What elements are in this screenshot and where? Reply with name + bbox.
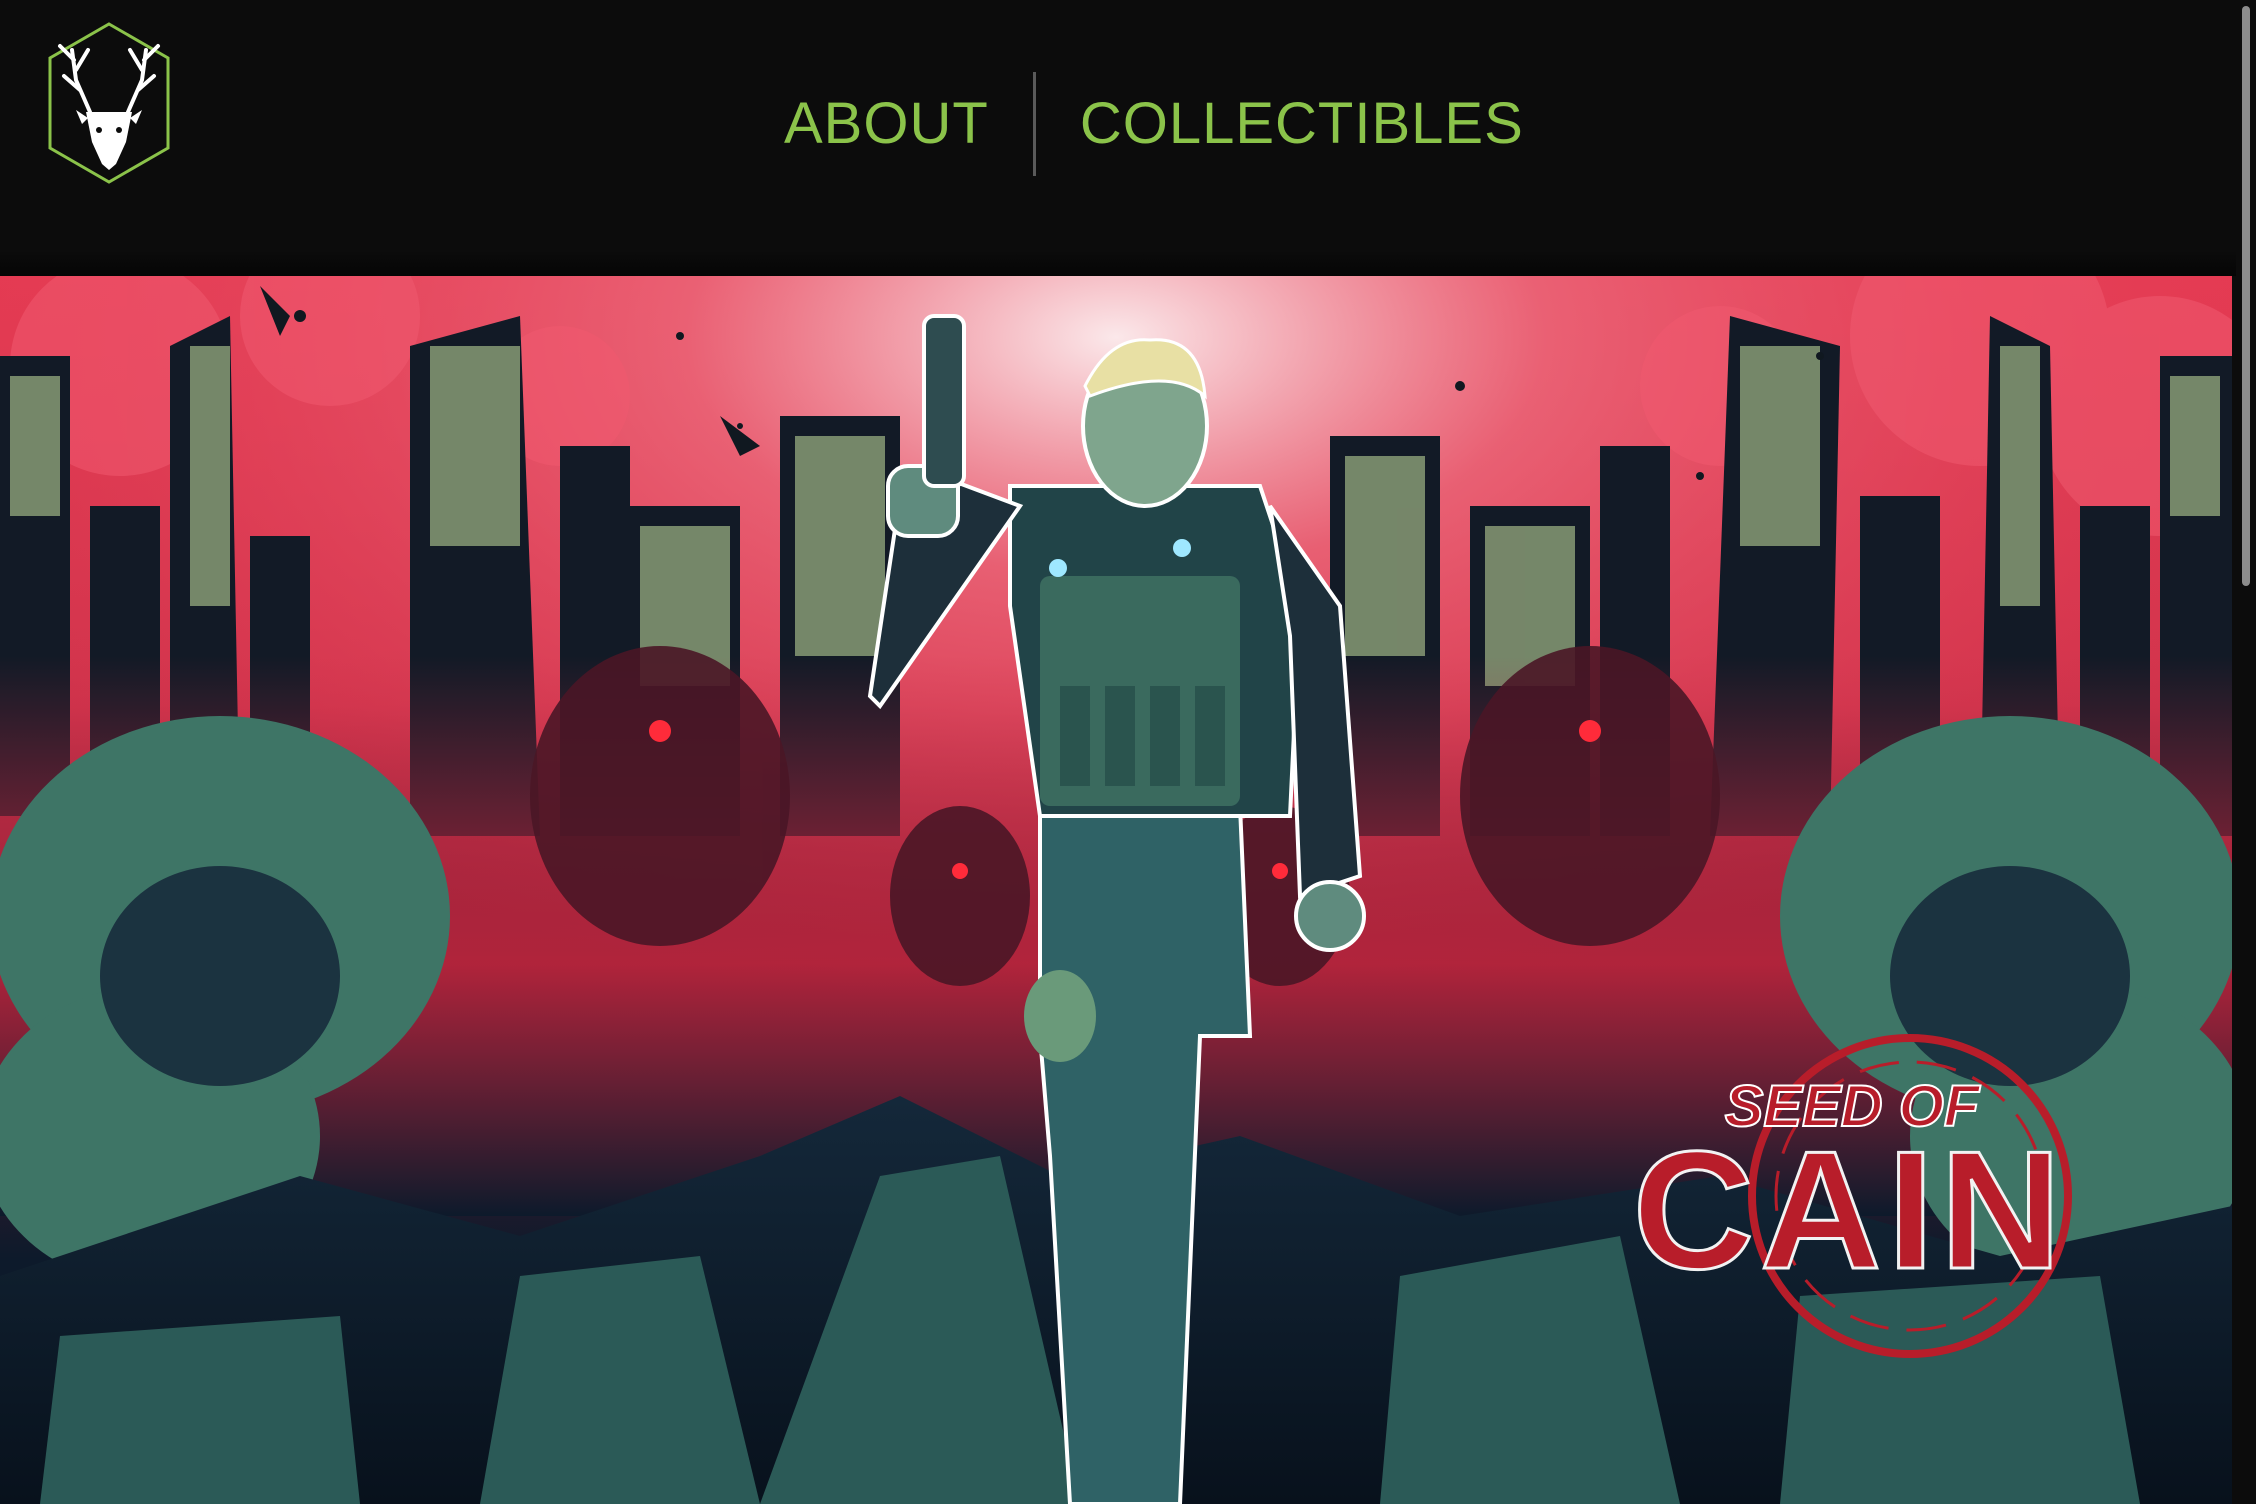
- page: ABOUT COLLECTIBLES SEED OF CAIN: [0, 0, 2256, 1504]
- header-shadow: [0, 250, 2236, 276]
- page-scrollbar[interactable]: [2236, 0, 2256, 1504]
- nav-link-collectibles[interactable]: COLLECTIBLES: [1036, 60, 1568, 188]
- site-header: ABOUT COLLECTIBLES: [0, 0, 2236, 250]
- scrollbar-thumb[interactable]: [2242, 6, 2250, 586]
- main-nav: ABOUT COLLECTIBLES: [740, 60, 1568, 188]
- logo-text-cain: CAIN: [1633, 1116, 2068, 1304]
- nav-link-about[interactable]: ABOUT: [740, 60, 1033, 188]
- hero-banner: SEED OF CAIN: [0, 276, 2232, 1504]
- stag-logo-icon[interactable]: [46, 20, 172, 186]
- hero-artwork: SEED OF CAIN: [0, 276, 2232, 1504]
